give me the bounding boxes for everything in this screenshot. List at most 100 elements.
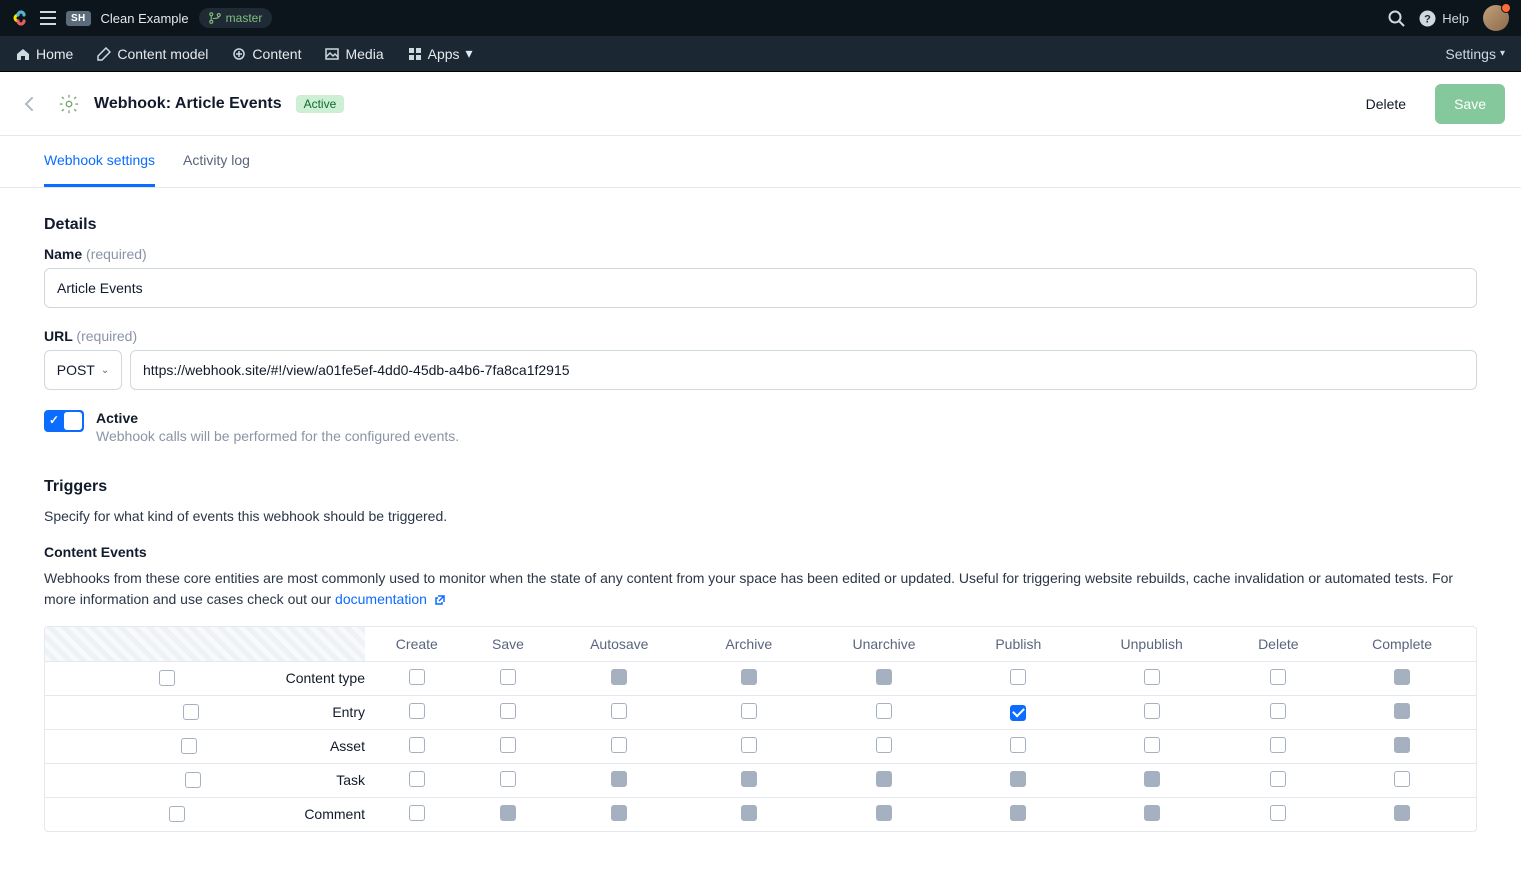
- save-button[interactable]: Save: [1435, 84, 1505, 124]
- app-logo[interactable]: [12, 9, 30, 27]
- page-title: Webhook: Article Events: [94, 95, 282, 113]
- nav-apps[interactable]: Apps ▾: [408, 45, 473, 62]
- content-events-heading: Content Events: [44, 544, 1477, 560]
- event-checkbox[interactable]: [500, 771, 516, 787]
- event-checkbox: [1144, 805, 1160, 821]
- help-button[interactable]: ? Help: [1419, 10, 1469, 27]
- event-checkbox[interactable]: [409, 737, 425, 753]
- table-row: Comment: [45, 797, 1476, 831]
- event-checkbox[interactable]: [611, 737, 627, 753]
- row-checkbox[interactable]: [159, 670, 175, 686]
- event-checkbox: [741, 805, 757, 821]
- active-toggle[interactable]: ✓: [44, 410, 84, 432]
- nav-home[interactable]: Home: [16, 46, 73, 62]
- webhook-gear-icon: [58, 93, 80, 115]
- event-checkbox[interactable]: [1010, 669, 1026, 685]
- chevron-down-icon: ⌄: [101, 365, 109, 376]
- content-events-description: Webhooks from these core entities are mo…: [44, 568, 1477, 610]
- event-checkbox[interactable]: [409, 771, 425, 787]
- event-checkbox: [611, 805, 627, 821]
- search-icon[interactable]: [1388, 10, 1405, 27]
- event-checkbox[interactable]: [1270, 669, 1286, 685]
- page-header: Webhook: Article Events Active Delete Sa…: [0, 72, 1521, 136]
- nav-content-model[interactable]: Content model: [97, 46, 208, 62]
- event-checkbox[interactable]: [1394, 771, 1410, 787]
- event-checkbox: [1144, 771, 1160, 787]
- row-checkbox[interactable]: [185, 772, 201, 788]
- status-badge: Active: [296, 95, 345, 113]
- nav-label: Apps: [428, 46, 460, 62]
- http-method-select[interactable]: POST ⌄: [44, 350, 122, 390]
- event-checkbox[interactable]: [876, 737, 892, 753]
- row-checkbox[interactable]: [183, 704, 199, 720]
- event-checkbox: [1394, 669, 1410, 685]
- name-label: Name (required): [44, 246, 1477, 262]
- row-label: Task: [336, 772, 365, 788]
- tabs: Webhook settings Activity log: [0, 136, 1521, 188]
- back-button[interactable]: [16, 90, 44, 118]
- table-header: Create: [365, 627, 469, 661]
- name-input[interactable]: [44, 268, 1477, 308]
- event-checkbox[interactable]: [1270, 737, 1286, 753]
- event-checkbox: [876, 669, 892, 685]
- space-name[interactable]: Clean Example: [101, 11, 189, 26]
- delete-button[interactable]: Delete: [1347, 84, 1425, 124]
- nav-label: Media: [345, 46, 383, 62]
- event-checkbox: [876, 805, 892, 821]
- row-checkbox[interactable]: [181, 738, 197, 754]
- event-checkbox[interactable]: [1270, 805, 1286, 821]
- event-checkbox[interactable]: [409, 805, 425, 821]
- row-label: Content type: [286, 670, 365, 686]
- active-label: Active: [96, 410, 459, 426]
- event-checkbox[interactable]: [1270, 771, 1286, 787]
- table-row: Task: [45, 763, 1476, 797]
- table-header: Save: [469, 627, 548, 661]
- caret-down-icon: ▾: [466, 45, 473, 62]
- event-checkbox: [1010, 771, 1026, 787]
- documentation-link[interactable]: documentation: [335, 591, 446, 607]
- event-checkbox[interactable]: [1010, 705, 1026, 721]
- event-checkbox[interactable]: [741, 737, 757, 753]
- event-checkbox[interactable]: [409, 703, 425, 719]
- event-checkbox: [500, 805, 516, 821]
- event-checkbox[interactable]: [611, 703, 627, 719]
- event-checkbox[interactable]: [1010, 737, 1026, 753]
- nav-media[interactable]: Media: [325, 46, 383, 62]
- nav-settings[interactable]: Settings ▾: [1445, 46, 1505, 62]
- branch-pill[interactable]: master: [199, 8, 273, 28]
- event-checkbox[interactable]: [500, 669, 516, 685]
- event-checkbox[interactable]: [500, 737, 516, 753]
- event-checkbox[interactable]: [876, 703, 892, 719]
- table-header: Complete: [1328, 627, 1476, 661]
- event-checkbox[interactable]: [741, 703, 757, 719]
- event-checkbox[interactable]: [1270, 703, 1286, 719]
- table-row: Entry: [45, 695, 1476, 729]
- table-header: Unarchive: [806, 627, 961, 661]
- event-checkbox[interactable]: [500, 703, 516, 719]
- triggers-heading: Triggers: [44, 478, 1477, 496]
- event-checkbox[interactable]: [1144, 669, 1160, 685]
- tab-activity-log[interactable]: Activity log: [183, 136, 250, 187]
- table-header: Archive: [691, 627, 806, 661]
- details-heading: Details: [44, 216, 1477, 234]
- tab-webhook-settings[interactable]: Webhook settings: [44, 136, 155, 187]
- nav-label: Content: [252, 46, 301, 62]
- menu-icon[interactable]: [40, 11, 56, 25]
- nav-label: Content model: [117, 46, 208, 62]
- space-badge: SH: [66, 11, 91, 26]
- http-method-label: POST: [57, 362, 95, 378]
- url-input[interactable]: [130, 350, 1477, 390]
- event-checkbox: [611, 771, 627, 787]
- event-checkbox[interactable]: [1144, 737, 1160, 753]
- event-checkbox[interactable]: [409, 669, 425, 685]
- active-description: Webhook calls will be performed for the …: [96, 428, 459, 444]
- table-header: Publish: [962, 627, 1075, 661]
- nav-label: Home: [36, 46, 73, 62]
- help-icon: ?: [1419, 10, 1436, 27]
- event-checkbox[interactable]: [1144, 703, 1160, 719]
- table-corner: [45, 627, 365, 661]
- avatar[interactable]: [1483, 5, 1509, 31]
- nav-content[interactable]: Content: [232, 46, 301, 62]
- event-checkbox: [1394, 805, 1410, 821]
- event-checkbox: [1394, 703, 1410, 719]
